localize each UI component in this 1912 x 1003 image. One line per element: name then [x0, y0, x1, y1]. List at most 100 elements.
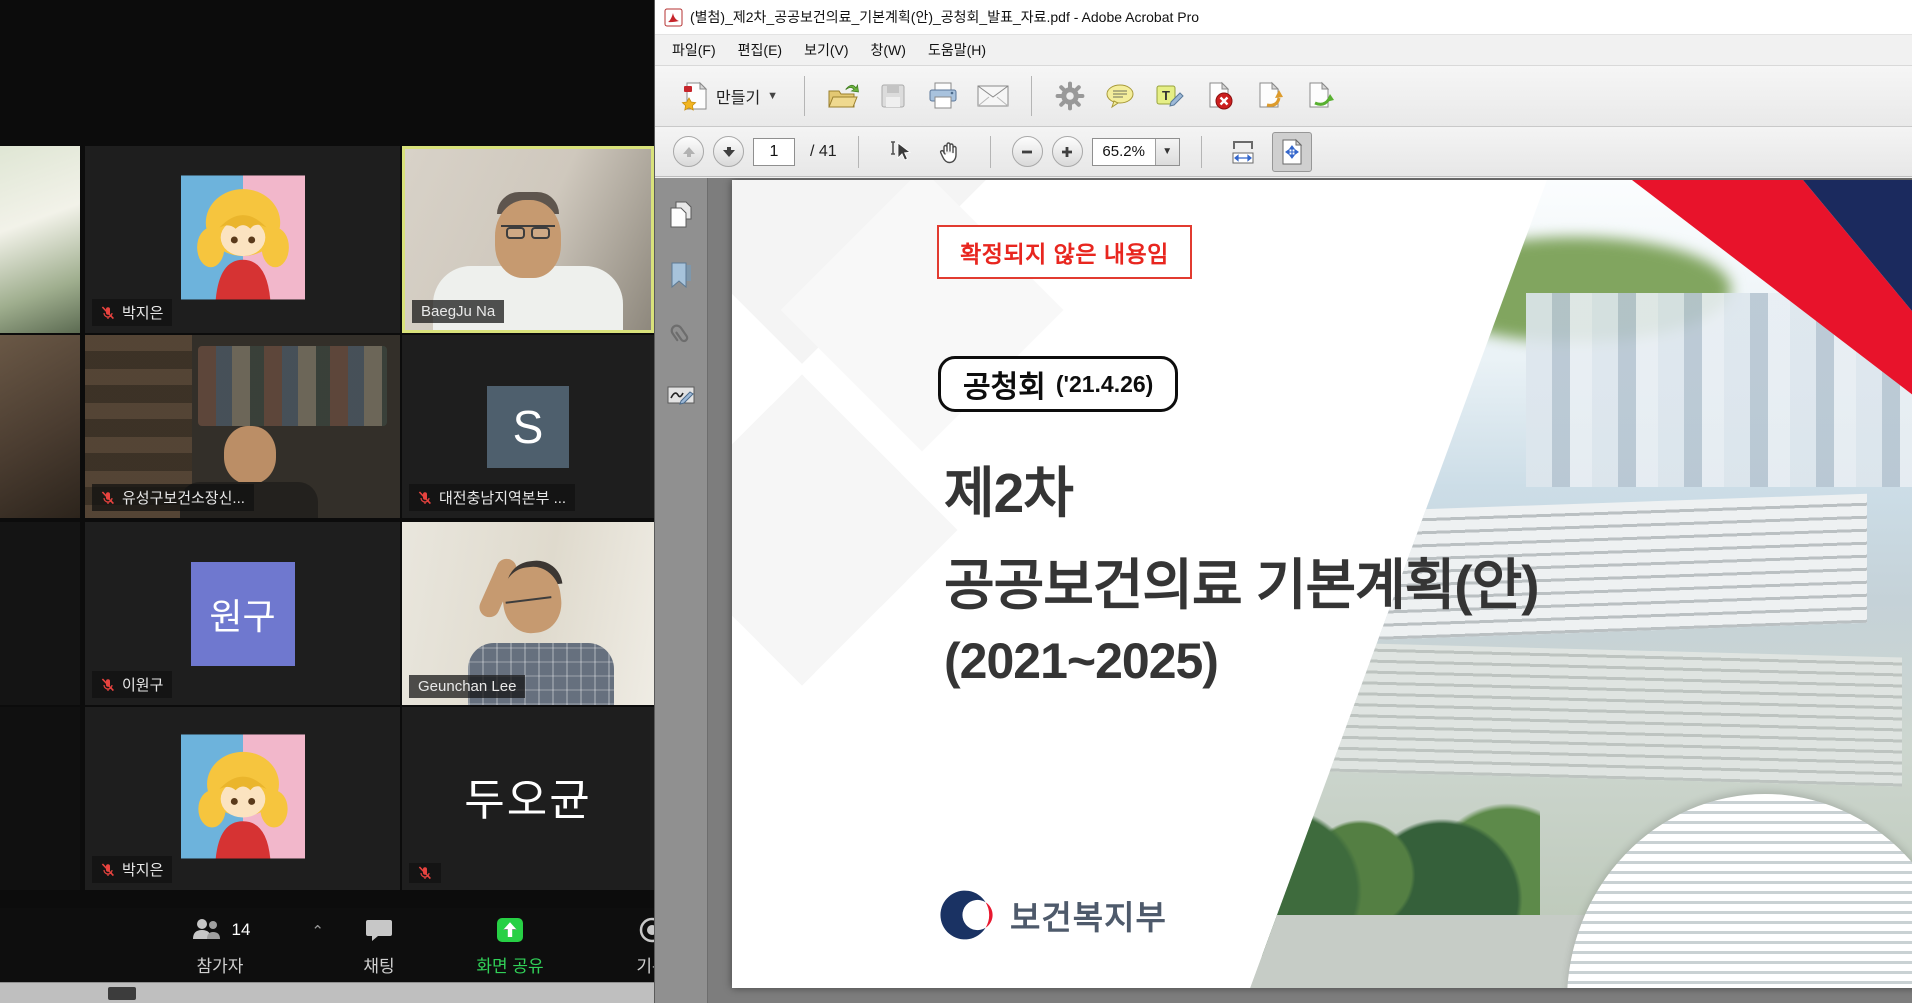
- video-tile-parkjieun-2[interactable]: 박지은: [85, 707, 400, 890]
- up-arrow-icon: [682, 146, 696, 158]
- acrobat-titlebar[interactable]: (별첨)_제2차_공공보건의료_기본계획(안)_공청회_발표_자료.pdf - …: [655, 0, 1912, 34]
- zoom-dropdown-caret[interactable]: ▼: [1155, 139, 1179, 165]
- create-pdf-button[interactable]: 만들기 ▼: [669, 76, 788, 116]
- svg-text:T: T: [1162, 88, 1170, 103]
- record-button[interactable]: 기록: [612, 914, 654, 977]
- menu-edit[interactable]: 편집(E): [727, 35, 793, 65]
- extract-pages-button[interactable]: [1248, 73, 1292, 119]
- navigation-pane: [655, 178, 708, 1003]
- hand-tool-button[interactable]: [929, 132, 969, 172]
- menu-help[interactable]: 도움말(H): [917, 35, 997, 65]
- ministry-name: 보건복지부: [1010, 891, 1167, 939]
- acrobat-main-toolbar: 만들기 ▼: [655, 66, 1912, 127]
- zoom-level-value[interactable]: 65.2%: [1093, 143, 1155, 160]
- plus-icon: [1060, 145, 1074, 159]
- video-tile-partial-4[interactable]: [0, 707, 80, 890]
- video-tile-duogyun[interactable]: 두오균: [402, 707, 654, 890]
- participant-name-label: BaegJu Na: [412, 300, 504, 323]
- paperclip-icon: [667, 321, 695, 349]
- chat-button[interactable]: 채팅: [344, 914, 414, 977]
- video-tile-partial-3[interactable]: [0, 522, 80, 705]
- select-cursor-icon: [887, 139, 913, 165]
- attachments-button[interactable]: [662, 318, 700, 352]
- page-thumbnails-button[interactable]: [662, 198, 700, 232]
- hearing-label: 공청회: [963, 362, 1046, 406]
- taskbar-app-icon[interactable]: [108, 987, 136, 1000]
- edit-text-button[interactable]: T: [1148, 73, 1192, 119]
- corner-decoration: [1622, 180, 1912, 410]
- slide-title-line2: 공공보건의료 기본계획(안): [944, 540, 1539, 620]
- settings-button[interactable]: [1048, 73, 1092, 119]
- comment-button[interactable]: [1098, 73, 1142, 119]
- window-title: (별첨)_제2차_공공보건의료_기본계획(안)_공청회_발표_자료.pdf - …: [690, 7, 1199, 27]
- menu-window[interactable]: 창(W): [860, 35, 917, 65]
- hearing-badge: 공청회 ('21.4.26): [938, 356, 1178, 412]
- video-feed: [0, 146, 80, 333]
- video-tile-yuseong[interactable]: 유성구보건소장신...: [85, 335, 400, 518]
- participant-name: BaegJu Na: [421, 303, 495, 320]
- zoom-in-button[interactable]: [1052, 136, 1083, 167]
- participant-display-name: 두오균: [402, 763, 654, 827]
- video-tile-geunchan-lee[interactable]: Geunchan Lee: [402, 522, 654, 705]
- video-tile-parkjieun-1[interactable]: 박지은: [85, 146, 400, 333]
- participant-name: 박지은: [122, 302, 163, 323]
- open-file-button[interactable]: [821, 73, 865, 119]
- page-viewport: 확정되지 않은 내용임 공청회 ('21.4.26) 제2차 공공보건의료 기본…: [708, 178, 1912, 1003]
- share-screen-button[interactable]: 화면 공유: [452, 914, 568, 977]
- export-file-button[interactable]: [1298, 73, 1342, 119]
- participant-name-label: 박지은: [92, 299, 172, 326]
- create-pdf-icon: [679, 80, 709, 112]
- hearing-date: ('21.4.26): [1056, 371, 1154, 398]
- save-button[interactable]: [871, 73, 915, 119]
- chat-label: 채팅: [363, 952, 394, 977]
- zoom-level-control[interactable]: 65.2% ▼: [1092, 138, 1180, 166]
- participant-name-label: 박지은: [92, 856, 172, 883]
- participants-icon: [190, 917, 224, 943]
- video-tile-baegju-na[interactable]: BaegJu Na: [402, 146, 654, 333]
- video-tile-leewongu[interactable]: 원구 이원구: [85, 522, 400, 705]
- page-total: / 41: [810, 143, 837, 161]
- windows-taskbar-strip[interactable]: [0, 982, 654, 1003]
- video-tile-partial-1[interactable]: [0, 146, 80, 333]
- email-icon: [976, 83, 1010, 109]
- cartoon-avatar-image: [181, 733, 305, 859]
- page-number-input[interactable]: 1: [753, 138, 795, 166]
- record-icon: [638, 916, 654, 944]
- fit-page-button[interactable]: [1272, 132, 1312, 172]
- menu-view[interactable]: 보기(V): [793, 35, 859, 65]
- participant-name-label: [409, 863, 441, 883]
- select-tool-button[interactable]: [880, 132, 920, 172]
- gear-icon: [1055, 81, 1085, 111]
- edit-text-icon: T: [1155, 82, 1185, 110]
- email-button[interactable]: [971, 73, 1015, 119]
- print-button[interactable]: [921, 73, 965, 119]
- zoom-out-button[interactable]: [1012, 136, 1043, 167]
- bookmark-icon: [668, 261, 694, 289]
- minus-icon: [1020, 145, 1034, 159]
- fit-width-button[interactable]: [1223, 132, 1263, 172]
- delete-pages-button[interactable]: [1198, 73, 1242, 119]
- next-page-button[interactable]: [713, 136, 744, 167]
- avatar-name-text: 원구: [191, 562, 295, 666]
- previous-page-button[interactable]: [673, 136, 704, 167]
- fit-width-icon: [1229, 139, 1257, 165]
- signatures-button[interactable]: [662, 378, 700, 412]
- menu-file[interactable]: 파일(F): [661, 35, 727, 65]
- video-tile-daejeon[interactable]: S 대전충남지역본부 ...: [402, 335, 654, 518]
- participants-button[interactable]: 14 ⌃ 참가자: [150, 914, 290, 977]
- pdf-page: 확정되지 않은 내용임 공청회 ('21.4.26) 제2차 공공보건의료 기본…: [732, 180, 1912, 988]
- chevron-up-icon[interactable]: ⌃: [311, 922, 324, 940]
- participant-name-label: Geunchan Lee: [409, 675, 525, 698]
- fit-page-icon: [1278, 138, 1306, 166]
- chat-icon: [365, 917, 393, 943]
- share-screen-label: 화면 공유: [476, 952, 543, 977]
- muted-mic-icon: [418, 866, 432, 880]
- bookmarks-button[interactable]: [662, 258, 700, 292]
- participant-name: 박지은: [122, 859, 163, 880]
- avatar-initial: S: [487, 386, 569, 468]
- save-icon: [879, 82, 907, 110]
- screen: 박지은 BaegJu Na 유성구보건소장신...: [0, 0, 1912, 1003]
- toolbar-separator: [990, 136, 991, 168]
- video-tile-partial-2[interactable]: [0, 335, 80, 518]
- delete-page-icon: [1205, 81, 1235, 111]
